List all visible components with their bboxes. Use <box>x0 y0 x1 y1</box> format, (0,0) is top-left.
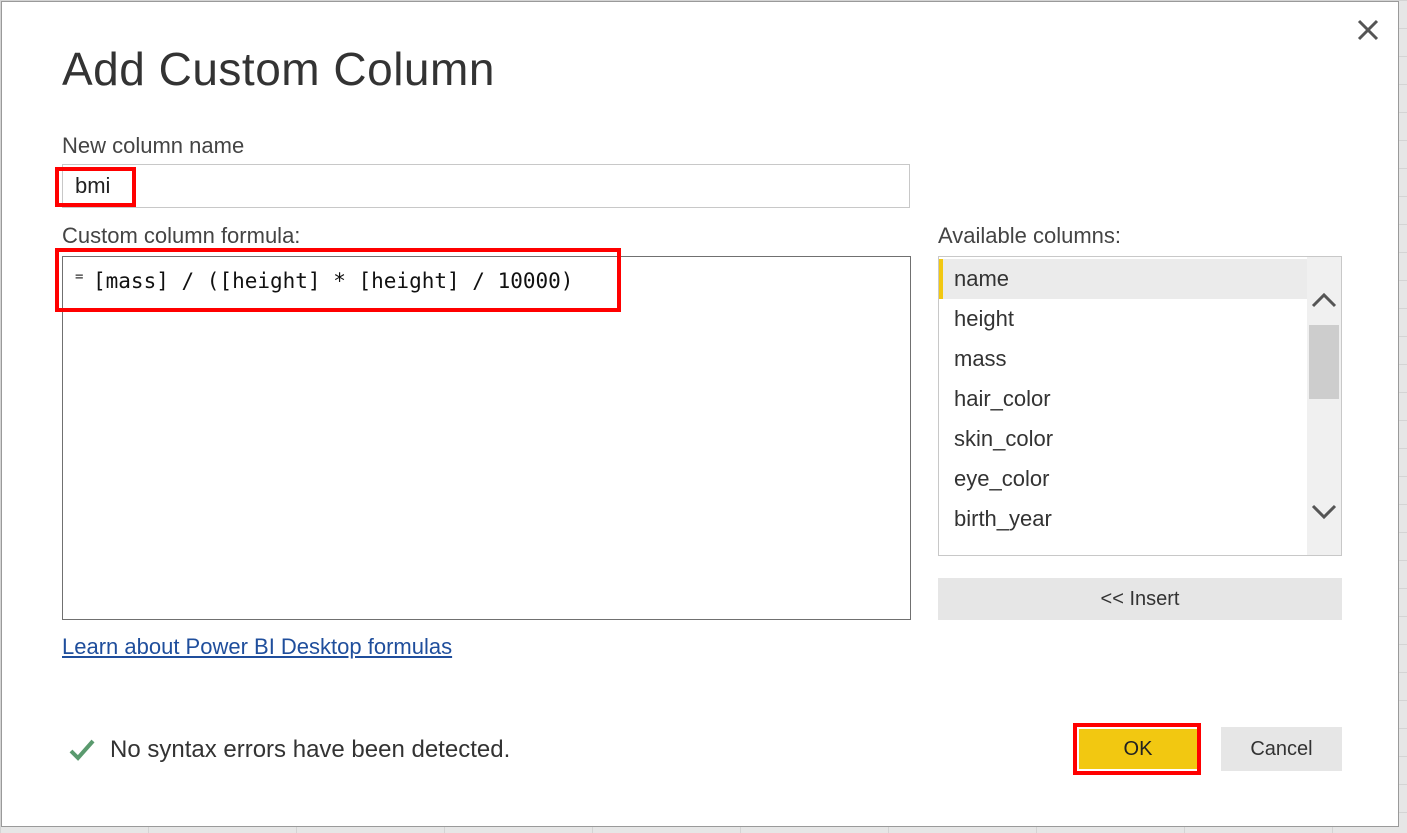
column-item-name[interactable]: name <box>939 259 1307 299</box>
scroll-thumb[interactable] <box>1309 325 1339 399</box>
new-column-name-label: New column name <box>62 133 245 158</box>
syntax-status-text: No syntax errors have been detected. <box>110 736 511 763</box>
columns-scrollbar[interactable] <box>1307 257 1341 555</box>
formula-editor[interactable]: = [mass] / ([height] * [height] / 10000) <box>62 256 911 620</box>
column-item-eye-color[interactable]: eye_color <box>939 459 1307 499</box>
column-item-hair-color[interactable]: hair_color <box>939 379 1307 419</box>
ok-button[interactable]: OK <box>1079 729 1197 769</box>
dialog-title: Add Custom Column <box>62 43 495 95</box>
available-columns-list[interactable]: name height mass hair_color skin_color e… <box>938 256 1342 556</box>
close-icon <box>1357 19 1379 41</box>
cancel-button[interactable]: Cancel <box>1221 727 1342 771</box>
syntax-status: No syntax errors have been detected. <box>68 736 510 764</box>
learn-formulas-link[interactable]: Learn about Power BI Desktop formulas <box>62 634 452 660</box>
formula-text: [mass] / ([height] * [height] / 10000) <box>93 269 574 293</box>
new-column-name-input[interactable] <box>62 164 910 208</box>
custom-formula-label: Custom column formula: <box>62 223 301 248</box>
available-columns-label: Available columns: <box>938 223 1122 248</box>
column-item-birth-year[interactable]: birth_year <box>939 499 1307 539</box>
chevron-up-icon <box>1311 292 1337 308</box>
chevron-down-icon <box>1311 504 1337 520</box>
scroll-down-button[interactable] <box>1307 495 1341 529</box>
formula-equals-sign: = <box>75 269 84 285</box>
column-item-mass[interactable]: mass <box>939 339 1307 379</box>
column-item-skin-color[interactable]: skin_color <box>939 419 1307 459</box>
scroll-up-button[interactable] <box>1307 283 1341 317</box>
add-custom-column-dialog: Add Custom Column New column name Custom… <box>1 1 1399 827</box>
column-item-height[interactable]: height <box>939 299 1307 339</box>
insert-button[interactable]: << Insert <box>938 578 1342 620</box>
close-button[interactable] <box>1350 12 1386 48</box>
checkmark-icon <box>69 739 95 761</box>
